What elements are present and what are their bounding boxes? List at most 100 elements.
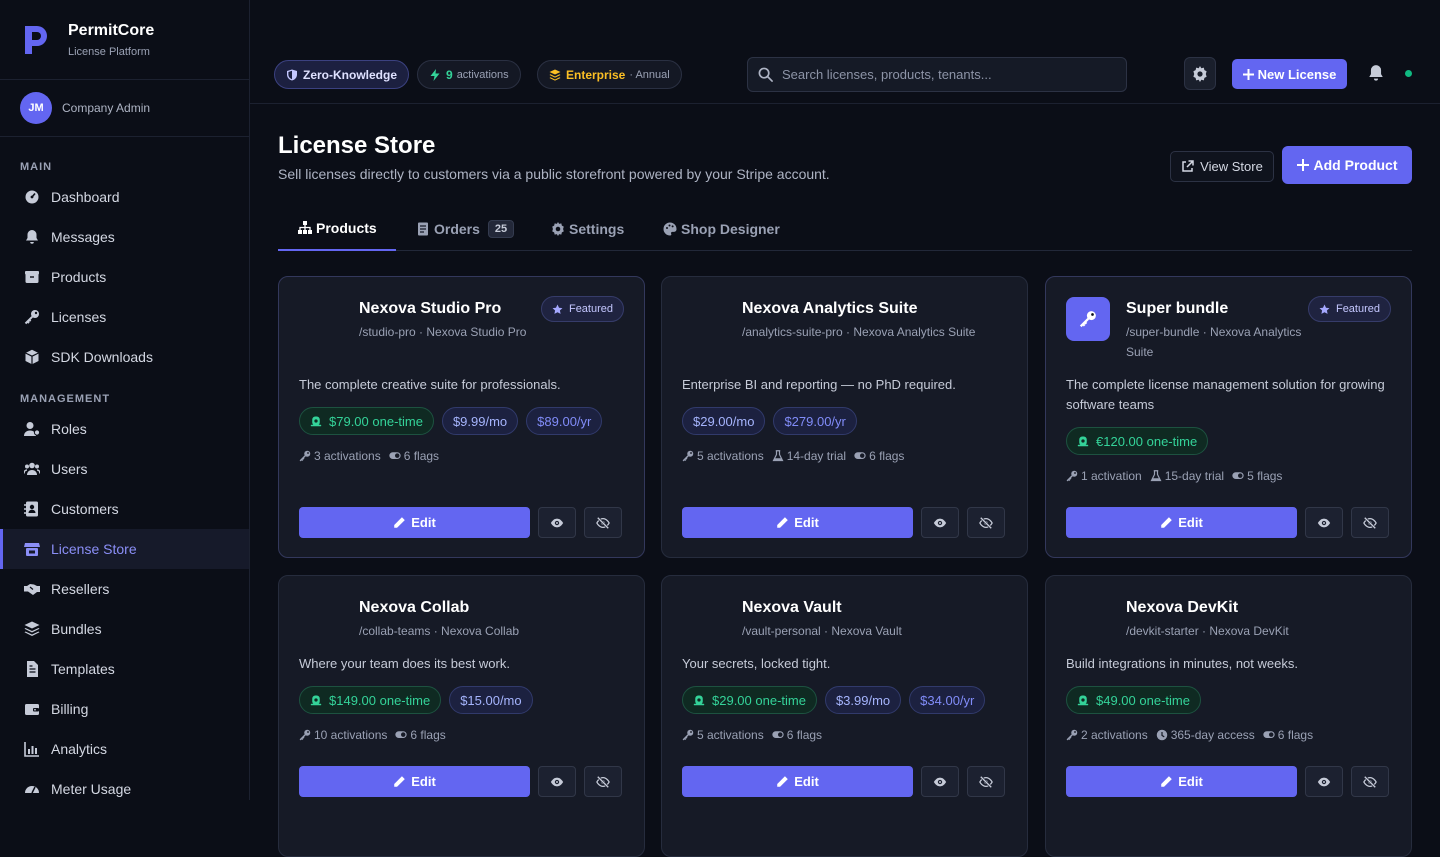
meta-flask: 14-day trial <box>786 449 847 463</box>
price-list: $149.00 one-time $15.00/mo <box>299 686 533 714</box>
search-box[interactable] <box>747 57 1127 92</box>
topbar: Zero-Knowledge 9 activations Enterprise … <box>250 0 1440 104</box>
preview-button[interactable] <box>1305 507 1343 538</box>
sidebar-item-label: Dashboard <box>51 189 120 205</box>
sidebar-item-roles[interactable]: Roles <box>0 409 249 449</box>
plan-badge[interactable]: Enterprise · Annual <box>537 60 682 89</box>
pencil-icon <box>777 776 788 787</box>
sidebar-item-users[interactable]: Users <box>0 449 249 489</box>
price-label: $79.00 one-time <box>329 413 423 429</box>
preview-button[interactable] <box>921 507 959 538</box>
activations-suffix: activations <box>456 68 509 81</box>
hide-button[interactable] <box>584 766 622 797</box>
hide-button[interactable] <box>967 766 1005 797</box>
brand[interactable]: PermitCore License Platform <box>0 0 249 80</box>
hide-button[interactable] <box>584 507 622 538</box>
notifications-bell-icon[interactable] <box>1367 64 1385 82</box>
product-slug: /super-bundle · Nexova Analytics Suite <box>1126 325 1302 359</box>
add-product-button[interactable]: Add Product <box>1282 146 1412 184</box>
sidebar-item-products[interactable]: Products <box>0 257 249 297</box>
sidebar-item-resellers[interactable]: Resellers <box>0 569 249 609</box>
product-description: Your secrets, locked tight. <box>682 656 831 671</box>
sidebar-item-label: Bundles <box>51 621 102 637</box>
edit-label: Edit <box>1178 774 1203 789</box>
price-list: $29.00 one-time $3.99/mo $34.00/yr <box>682 686 986 714</box>
edit-button[interactable]: Edit <box>682 507 913 538</box>
card-actions: Edit <box>299 507 622 538</box>
sidebar-item-label: Meter Usage <box>51 781 132 797</box>
view-store-button[interactable]: View Store <box>1170 151 1274 182</box>
clock-icon <box>1156 729 1167 741</box>
user-role: Company Admin <box>62 101 151 115</box>
sidebar-item-templates[interactable]: Templates <box>0 649 249 689</box>
product-card-nexova-vault: Nexova Vault/vault-personal · Nexova Vau… <box>661 575 1028 857</box>
search-input[interactable] <box>782 67 1102 82</box>
preview-button[interactable] <box>921 766 959 797</box>
product-meta: 1 activation 15-day trial 5 flags <box>1066 469 1282 483</box>
preview-button[interactable] <box>538 766 576 797</box>
sidebar-item-label: Analytics <box>51 741 108 757</box>
page-title: License Store <box>278 132 436 159</box>
zero-knowledge-badge[interactable]: Zero-Knowledge <box>274 60 410 89</box>
sidebar-item-label: License Store <box>51 541 137 557</box>
eye-icon <box>933 518 947 527</box>
edit-button[interactable]: Edit <box>299 507 530 538</box>
product-meta: 5 activations 6 flags <box>682 728 822 742</box>
sidebar-item-bundles[interactable]: Bundles <box>0 609 249 649</box>
sidebar-item-billing[interactable]: Billing <box>0 689 249 729</box>
tab-shop-designer-label: Shop Designer <box>681 220 780 237</box>
edit-button[interactable]: Edit <box>299 766 530 797</box>
price-yearly: $34.00/yr <box>909 686 986 714</box>
sidebar-item-analytics[interactable]: Analytics <box>0 729 249 769</box>
pencil-icon <box>394 776 405 787</box>
sidebar-item-sdk-downloads[interactable]: SDK Downloads <box>0 337 249 377</box>
card-actions: Edit <box>1066 507 1389 538</box>
settings-button[interactable] <box>1184 57 1216 90</box>
product-slug: /collab-teams · Nexova Collab <box>359 624 520 638</box>
preview-button[interactable] <box>538 507 576 538</box>
new-license-label: New License <box>1257 66 1337 82</box>
product-description: Where your team does its best work. <box>299 656 510 671</box>
sidebar-item-customers[interactable]: Customers <box>0 489 249 529</box>
sidebar-item-license-store[interactable]: License Store <box>0 529 249 569</box>
sidebar-item-dashboard[interactable]: Dashboard <box>0 177 249 217</box>
meta-clock: 365-day access <box>1170 728 1255 742</box>
user-profile[interactable]: JM Company Admin <box>0 80 249 137</box>
edit-button[interactable]: Edit <box>682 766 913 797</box>
hide-button[interactable] <box>1351 766 1389 797</box>
price-one-time: $79.00 one-time <box>299 407 434 435</box>
product-name: Nexova Analytics Suite <box>742 300 918 317</box>
sidebar-item-licenses[interactable]: Licenses <box>0 297 249 337</box>
tab-products[interactable]: Products <box>278 206 396 251</box>
tab-shop-designer[interactable]: Shop Designer <box>663 206 780 251</box>
avatar: JM <box>20 92 52 124</box>
bell-icon <box>26 230 38 244</box>
toggle-icon <box>854 452 866 459</box>
eye-slash-icon <box>596 516 610 529</box>
activations-badge[interactable]: 9 activations <box>417 60 521 89</box>
new-license-button[interactable]: New License <box>1232 59 1347 89</box>
hide-button[interactable] <box>1351 507 1389 538</box>
sidebar-item-meter-usage[interactable]: Meter Usage <box>0 769 249 800</box>
product-description: Build integrations in minutes, not weeks… <box>1066 656 1298 671</box>
tab-orders[interactable]: Orders 25 <box>416 206 515 251</box>
sidebar-item-messages[interactable]: Messages <box>0 217 249 257</box>
edit-label: Edit <box>794 515 819 530</box>
price-label: €120.00 one-time <box>1096 433 1198 449</box>
meta-key: 10 activations <box>314 728 388 742</box>
eye-slash-icon <box>1363 775 1377 788</box>
price-list: $79.00 one-time $9.99/mo $89.00/yr <box>299 407 603 435</box>
search-icon <box>758 67 773 82</box>
price-monthly: $9.99/mo <box>441 407 519 435</box>
key-icon <box>1066 729 1078 741</box>
edit-button[interactable]: Edit <box>1066 766 1297 797</box>
preview-button[interactable] <box>1305 766 1343 797</box>
hide-button[interactable] <box>967 507 1005 538</box>
brand-name: PermitCore <box>68 21 155 39</box>
stack-icon <box>549 69 561 81</box>
tab-settings[interactable]: Settings <box>551 206 624 251</box>
toggle-icon <box>1263 731 1275 738</box>
edit-button[interactable]: Edit <box>1066 507 1297 538</box>
product-name: Super bundle <box>1126 300 1229 317</box>
price-yearly: $89.00/yr <box>526 407 603 435</box>
